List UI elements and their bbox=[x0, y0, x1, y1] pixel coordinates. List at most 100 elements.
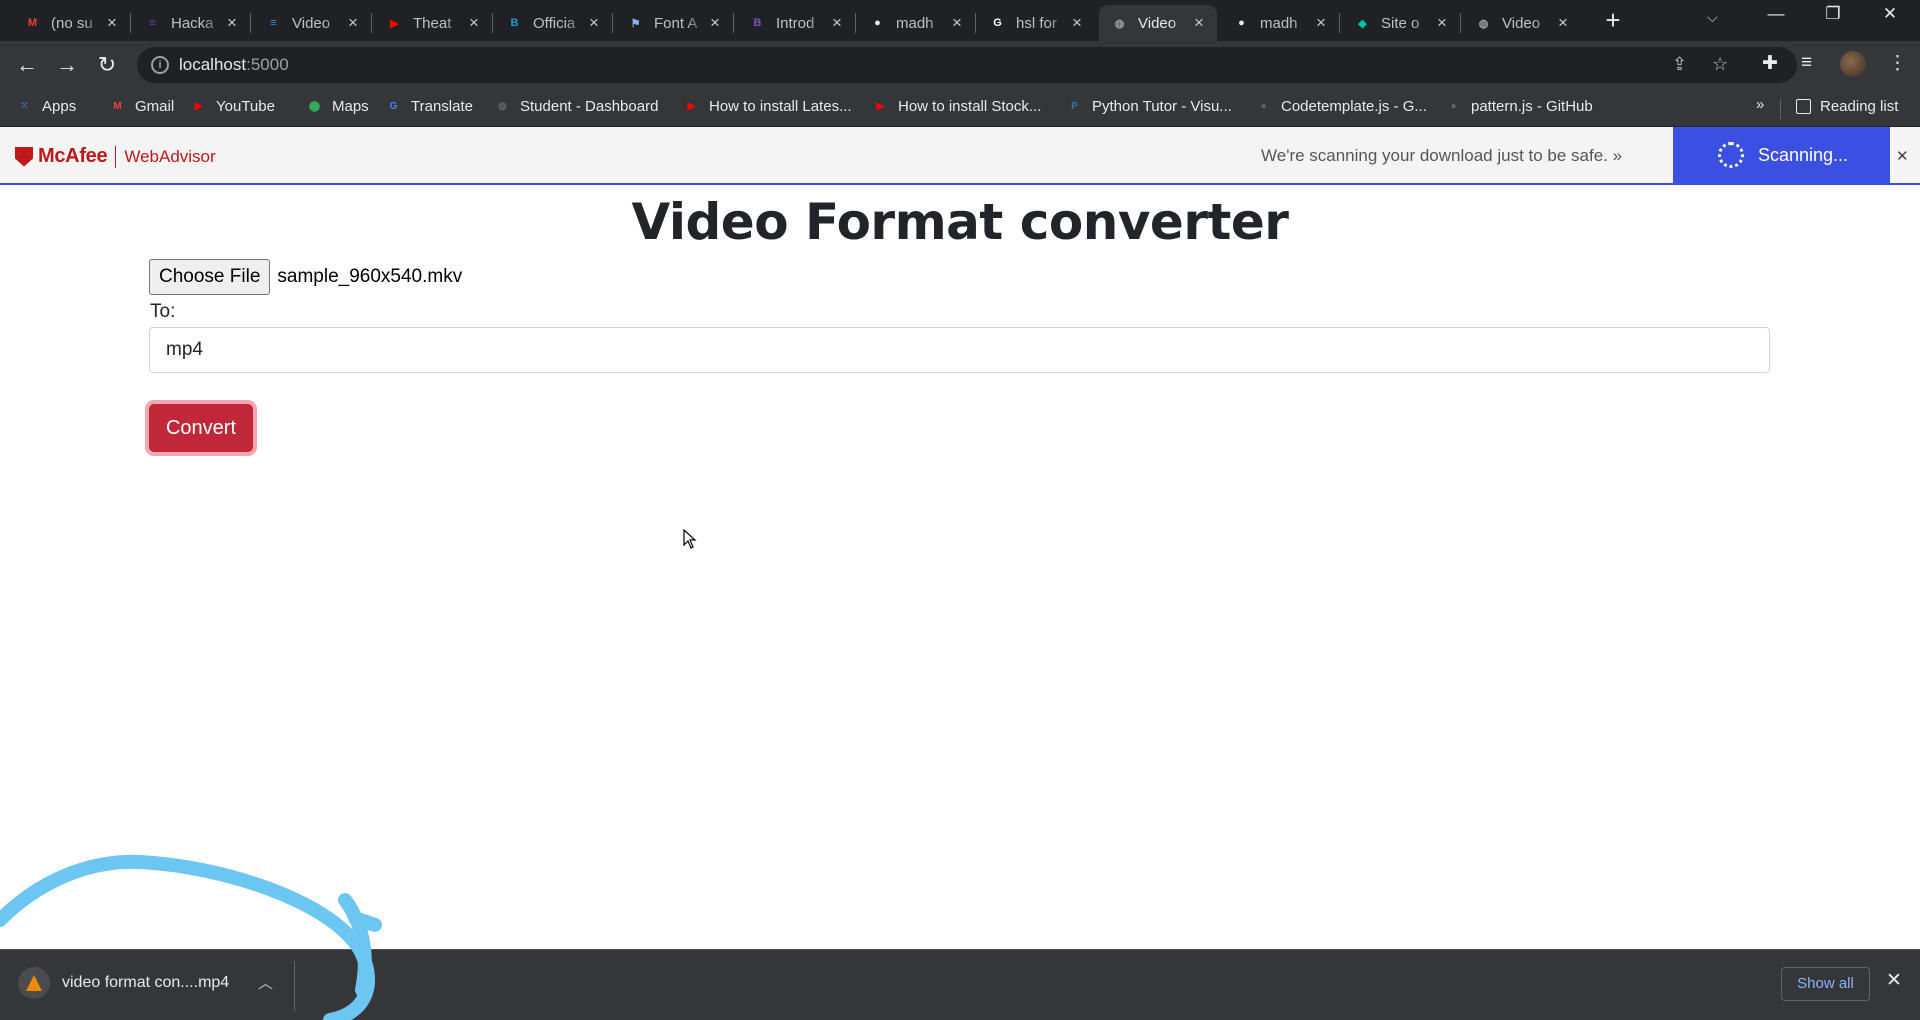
tab-strip: + ⌵ — ❐ ✕ M (no su × ≡ Hacka × ≡ Video × ▶ Theat × B… bbox=[0, 0, 1920, 41]
tab-divider bbox=[975, 13, 976, 33]
browser-tab[interactable]: ◆ Site o × bbox=[1342, 5, 1460, 41]
bookmark-item[interactable]: M Gmail bbox=[109, 98, 174, 115]
tab-close-icon[interactable]: × bbox=[829, 13, 845, 33]
bookmark-item[interactable]: P Python Tutor - Visu... bbox=[1066, 98, 1232, 115]
page-content: Video Format converter Choose File sampl… bbox=[0, 185, 1920, 949]
bookmark-item[interactable]: ⬤ Maps bbox=[306, 98, 369, 115]
github-icon: ● bbox=[874, 17, 881, 29]
browser-tab[interactable]: B Officia × bbox=[494, 5, 612, 41]
tab-search-icon[interactable]: ⌵ bbox=[1707, 9, 1718, 26]
globe-icon: ◍ bbox=[1114, 17, 1125, 30]
new-tab-button[interactable]: + bbox=[1599, 7, 1627, 35]
reload-icon[interactable]: ↻ bbox=[91, 49, 123, 81]
close-shelf-icon[interactable]: ✕ bbox=[1886, 969, 1902, 992]
maps-pin-icon: ⬤ bbox=[308, 101, 321, 112]
tab-close-icon[interactable]: × bbox=[586, 13, 602, 33]
bookmark-star-icon[interactable]: ☆ bbox=[1712, 54, 1728, 75]
docs-icon: ≡ bbox=[270, 17, 277, 29]
translate-icon: G bbox=[389, 101, 398, 112]
tab-divider bbox=[1460, 13, 1461, 33]
media-control-icon[interactable]: ≡ bbox=[1801, 52, 1812, 74]
bookmarks-overflow-icon[interactable]: » bbox=[1756, 96, 1764, 113]
browser-tab[interactable]: B Introd × bbox=[737, 5, 855, 41]
browser-tab[interactable]: ⚑ Font A × bbox=[615, 5, 733, 41]
menu-kebab-icon[interactable]: ⋮ bbox=[1888, 52, 1907, 75]
tab-close-icon[interactable]: × bbox=[949, 13, 965, 33]
choose-file-button[interactable]: Choose File bbox=[149, 259, 271, 295]
tab-close-icon[interactable]: × bbox=[104, 13, 120, 33]
gmail-icon: M bbox=[27, 17, 38, 29]
tab-close-icon[interactable]: × bbox=[1191, 13, 1207, 33]
github-icon: ● bbox=[1450, 101, 1457, 112]
flag-icon: ⚑ bbox=[630, 17, 641, 30]
tab-close-icon[interactable]: × bbox=[1555, 13, 1571, 33]
forward-icon[interactable]: → bbox=[51, 49, 83, 81]
profile-avatar[interactable] bbox=[1840, 51, 1866, 77]
minimize-icon[interactable]: — bbox=[1756, 4, 1796, 24]
url-text[interactable]: localhost:5000 bbox=[179, 55, 289, 75]
extensions-icon[interactable]: ✚ bbox=[1762, 52, 1778, 75]
browser-tab[interactable]: ▶ Theat × bbox=[374, 5, 492, 41]
github-icon: ● bbox=[1260, 101, 1267, 112]
tab-title: Video bbox=[292, 14, 331, 32]
tab-divider bbox=[250, 13, 251, 33]
mcafee-shield-icon bbox=[15, 146, 33, 167]
tab-close-icon[interactable]: × bbox=[466, 13, 482, 33]
tab-close-icon[interactable]: × bbox=[1434, 13, 1450, 33]
browser-tab[interactable]: ≡ Hacka × bbox=[132, 5, 250, 41]
mcafee-webadvisor-banner: McAfee WebAdvisor We're scanning your do… bbox=[0, 127, 1920, 185]
diamond-icon: ◆ bbox=[1358, 17, 1367, 30]
browser-tab[interactable]: Ghsl for × bbox=[977, 5, 1095, 41]
browser-tab[interactable]: M (no su × bbox=[12, 5, 130, 41]
reading-list-button[interactable]: Reading list bbox=[1796, 98, 1898, 115]
bookmark-item[interactable]: ● Codetemplate.js - G... bbox=[1255, 98, 1426, 115]
apps-grid-icon: ⁙ bbox=[20, 101, 29, 112]
tab-divider bbox=[492, 13, 493, 33]
annotation-scribble bbox=[0, 854, 382, 1020]
github-icon: ● bbox=[1238, 17, 1245, 29]
tab-close-icon[interactable]: × bbox=[1313, 13, 1329, 33]
bookmark-label: Student - Dashboard bbox=[520, 98, 659, 115]
tab-close-icon[interactable]: × bbox=[224, 13, 240, 33]
google-icon: G bbox=[993, 17, 1002, 29]
close-window-icon[interactable]: ✕ bbox=[1870, 4, 1910, 24]
restore-icon[interactable]: ❐ bbox=[1813, 4, 1853, 24]
file-input-row: Choose File sample_960x540.mkv bbox=[149, 259, 462, 295]
tab-title: Font A bbox=[654, 14, 698, 32]
site-info-icon[interactable]: i bbox=[151, 56, 169, 74]
target-format-input[interactable]: mp4 bbox=[149, 327, 1770, 373]
tab-title: hsl for bbox=[1016, 14, 1057, 32]
tab-close-icon[interactable]: × bbox=[707, 13, 723, 33]
bookmark-item[interactable]: ▶ YouTube bbox=[190, 98, 275, 115]
share-icon[interactable]: ⇪ bbox=[1672, 54, 1687, 75]
convert-button[interactable]: Convert bbox=[149, 404, 253, 452]
bookmark-label: Apps bbox=[42, 98, 77, 115]
tab-title: madh bbox=[1260, 14, 1298, 32]
bookmark-item[interactable]: ▶ How to install Stock... bbox=[872, 98, 1042, 115]
youtube-icon: ▶ bbox=[194, 101, 203, 112]
to-format-label: To: bbox=[150, 301, 176, 322]
browser-tab[interactable]: ◍ Video × bbox=[1463, 5, 1581, 41]
tab-close-icon[interactable]: × bbox=[1069, 13, 1085, 33]
tab-close-icon[interactable]: × bbox=[345, 13, 361, 33]
browser-tab[interactable]: ◍ Video × bbox=[1099, 5, 1217, 41]
address-bar[interactable]: i localhost:5000 ⇪ ☆ bbox=[137, 47, 1797, 83]
reading-list-icon bbox=[1796, 99, 1811, 114]
tab-title: Introd bbox=[776, 14, 815, 32]
tab-title: (no su bbox=[51, 14, 93, 32]
show-all-button[interactable]: Show all bbox=[1781, 967, 1870, 1001]
bookmark-label: Maps bbox=[332, 98, 369, 115]
mcafee-close-icon[interactable]: ✕ bbox=[1896, 147, 1909, 165]
mcafee-scan-message[interactable]: We're scanning your download just to be … bbox=[1261, 146, 1622, 166]
bookmark-item[interactable]: ▶ How to install Lates... bbox=[683, 98, 852, 115]
bookmark-item[interactable]: ● pattern.js - GitHub bbox=[1445, 98, 1592, 115]
mouse-cursor-icon bbox=[683, 529, 697, 549]
browser-tab[interactable]: ≡ Video × bbox=[253, 5, 371, 41]
bookmark-item[interactable]: ⁙ Apps bbox=[16, 98, 76, 115]
browser-tab[interactable]: ● madh × bbox=[1221, 5, 1339, 41]
bookmark-label: Translate bbox=[411, 98, 473, 115]
bookmark-item[interactable]: ◍ Student - Dashboard bbox=[494, 98, 658, 115]
browser-tab[interactable]: ● madh × bbox=[857, 5, 975, 41]
back-icon[interactable]: ← bbox=[11, 49, 43, 81]
bookmark-item[interactable]: G Translate bbox=[385, 98, 473, 115]
